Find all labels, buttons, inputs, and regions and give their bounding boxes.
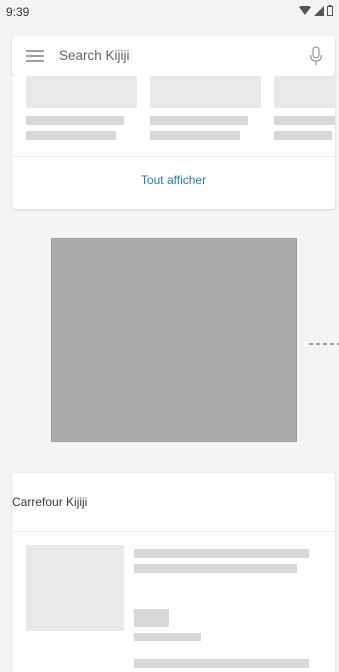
listing-title-placeholder [274, 116, 335, 125]
listing-price-placeholder [274, 131, 332, 140]
listing-price-placeholder [26, 131, 116, 140]
listing-image-placeholder[interactable] [274, 76, 335, 108]
listing-title-placeholder [134, 659, 309, 668]
battery-icon [327, 5, 333, 16]
status-time: 9:39 [6, 5, 30, 19]
listing-carousel-card: Tout afficher [12, 76, 335, 209]
listing-price-placeholder [134, 609, 169, 627]
listing-image-placeholder[interactable] [26, 545, 124, 631]
divider [12, 156, 335, 157]
listing-image-placeholder[interactable] [150, 76, 261, 108]
listing-price-placeholder [150, 131, 240, 140]
listing-image-placeholder[interactable] [26, 76, 137, 108]
status-icons [299, 5, 333, 16]
listing-title-placeholder [26, 116, 124, 125]
search-input[interactable]: Search Kijiji [59, 48, 130, 63]
ad-banner-placeholder[interactable] [51, 238, 297, 442]
signal-icon [314, 5, 324, 16]
carousel-dash-indicator [309, 343, 339, 345]
hamburger-menu-icon[interactable] [26, 50, 44, 62]
listing-title-placeholder [134, 549, 309, 558]
section-title: Carrefour Kijiji [12, 495, 88, 509]
view-all-link[interactable]: Tout afficher [12, 173, 335, 187]
search-bar[interactable]: Search Kijiji [12, 36, 335, 76]
listing-location-placeholder [134, 633, 201, 641]
wifi-icon [299, 5, 311, 15]
listing-title-placeholder [134, 564, 297, 573]
carrefour-card: Carrefour Kijiji [12, 473, 335, 672]
microphone-icon[interactable] [309, 46, 323, 66]
status-bar: 9:39 [0, 0, 339, 24]
divider [12, 531, 335, 532]
listing-title-placeholder [150, 116, 248, 125]
